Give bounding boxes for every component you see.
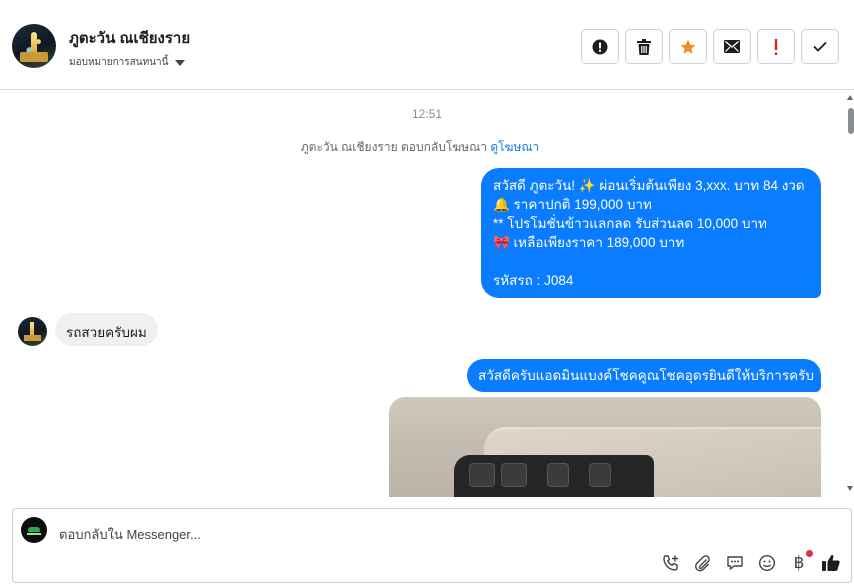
attachment-icon — [695, 555, 710, 572]
scrollbar[interactable] — [846, 91, 854, 497]
emoji-button[interactable] — [757, 553, 777, 573]
outgoing-message[interactable]: สวัสดี ภูตะวัน! ✨ ผ่อนเริ่มต้นเพียง 3,xx… — [481, 168, 821, 298]
conversation-toolbar — [581, 29, 839, 64]
view-ad-link[interactable]: ดูโฆษณา — [490, 140, 539, 154]
conversation-header: ภูตะวัน ณเชียงราย มอบหมายการสนทนานี้ — [0, 0, 854, 90]
mark-done-button[interactable] — [801, 29, 839, 64]
ad-reply-notice: ภูตะวัน ณเชียงราย ตอบกลับโฆษณา ดูโฆษณา — [0, 138, 840, 157]
message-thread[interactable]: 12:51 ภูตะวัน ณเชียงราย ตอบกลับโฆษณา ดูโ… — [0, 91, 854, 497]
message-photo[interactable] — [389, 397, 821, 497]
scrollbar-thumb[interactable] — [848, 108, 854, 134]
emoji-icon — [758, 554, 776, 572]
mark-spam-button[interactable] — [581, 29, 619, 64]
payment-baht-icon: ฿ — [793, 553, 805, 573]
outgoing-message[interactable]: สวัสดีครับแอดมินแบงค์โชคคูณโชคอุดรยินดีใ… — [467, 359, 821, 392]
mark-unread-button[interactable] — [713, 29, 751, 64]
message-line: รหัสรถ : J084 — [493, 273, 574, 288]
notification-dot — [806, 550, 813, 557]
envelope-icon — [724, 40, 740, 53]
saved-replies-button[interactable] — [725, 553, 745, 573]
incoming-message[interactable]: รถสวยครับผม — [55, 313, 158, 346]
scroll-up-arrow-icon[interactable] — [847, 95, 853, 100]
add-call-icon — [663, 555, 678, 571]
red-exclamation-icon — [774, 38, 778, 55]
message-timestamp: 12:51 — [411, 107, 443, 121]
caret-down-icon — [175, 59, 186, 66]
contact-avatar-small[interactable] — [18, 317, 47, 346]
star-button[interactable] — [669, 29, 707, 64]
follow-up-button[interactable] — [757, 29, 795, 64]
ad-reply-text: ภูตะวัน ณเชียงราย ตอบกลับโฆษณา — [300, 140, 487, 154]
page-avatar — [21, 517, 47, 543]
scroll-down-arrow-icon[interactable] — [847, 486, 853, 491]
star-icon — [680, 39, 696, 54]
contact-name[interactable]: ภูตะวัน ณเชียงราย — [69, 26, 190, 50]
like-icon — [822, 554, 840, 571]
message-line: สวัสดี ภูตะวัน! ✨ ผ่อนเริ่มต้นเพียง 3,xx… — [493, 178, 805, 193]
message-line: 🔔 ราคาปกติ 199,000 บาท — [493, 197, 652, 212]
message-line: ** โปรโมชั่นข้าวแลกลด รับส่วนลด 10,000 บ… — [493, 216, 767, 231]
assign-label: มอบหมายการสนทนานี้ — [69, 57, 169, 68]
delete-button[interactable] — [625, 29, 663, 64]
attach-file-button[interactable] — [693, 553, 713, 573]
exclamation-circle-icon — [592, 39, 608, 54]
composer-actions: ฿ — [661, 550, 841, 573]
assign-conversation-dropdown[interactable]: มอบหมายการสนทนานี้ — [69, 55, 186, 70]
trash-icon — [637, 38, 651, 55]
like-button[interactable] — [821, 553, 841, 573]
saved-reply-icon — [727, 556, 743, 570]
reply-input[interactable]: ตอบกลับใน Messenger... — [59, 524, 201, 545]
add-call-button[interactable] — [661, 553, 681, 573]
payment-button[interactable]: ฿ — [789, 550, 813, 573]
message-line: 🎀 เหลือเพียงราคา 189,000 บาท — [493, 235, 685, 250]
reply-composer[interactable]: ตอบกลับใน Messenger... ฿ — [12, 508, 852, 583]
check-icon — [813, 41, 827, 52]
contact-avatar[interactable] — [12, 24, 56, 68]
